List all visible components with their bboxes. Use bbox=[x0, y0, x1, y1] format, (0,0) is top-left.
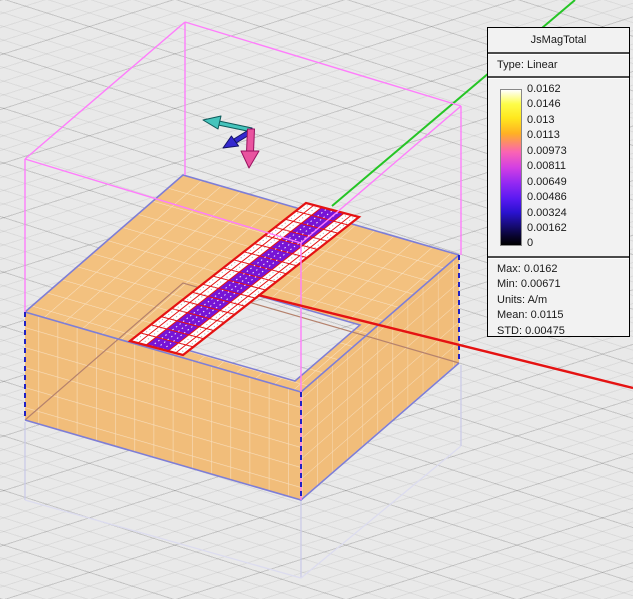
coordinate-triad bbox=[203, 116, 259, 168]
tick-label: 0.00973 bbox=[527, 144, 627, 159]
tick-label: 0.00486 bbox=[527, 190, 627, 205]
stat-max: Max: 0.0162 bbox=[497, 262, 629, 277]
tick-label: 0.0162 bbox=[527, 82, 627, 97]
tick-label: 0.0113 bbox=[527, 128, 627, 143]
stat-units: Units: A/m bbox=[497, 293, 629, 308]
tick-label: 0.00324 bbox=[527, 206, 627, 221]
stat-min: Min: 0.00671 bbox=[497, 277, 629, 292]
legend-statistics: Max: 0.0162 Min: 0.00671 Units: A/m Mean… bbox=[488, 256, 629, 339]
legend-quantity-title: JsMagTotal bbox=[488, 28, 629, 54]
stat-mean: Mean: 0.0115 bbox=[497, 308, 629, 323]
tick-label: 0.00162 bbox=[527, 221, 627, 236]
triad-y-arrow-icon bbox=[203, 116, 252, 132]
colorbar-tick-labels: 0.0162 0.0146 0.013 0.0113 0.00973 0.008… bbox=[527, 82, 627, 252]
colorbar-gradient bbox=[500, 89, 522, 246]
tick-label: 0.013 bbox=[527, 113, 627, 128]
stat-std: STD: 0.00475 bbox=[497, 324, 629, 339]
modeler-3d-viewport[interactable]: JsMagTotal Type: Linear 0.0162 0.0146 0.… bbox=[0, 0, 633, 599]
tick-label: 0.0146 bbox=[527, 97, 627, 112]
field-plot-color-key[interactable]: JsMagTotal Type: Linear 0.0162 0.0146 0.… bbox=[487, 27, 630, 337]
tick-label: 0.00811 bbox=[527, 159, 627, 174]
legend-colorbar-section: 0.0162 0.0146 0.013 0.0113 0.00973 0.008… bbox=[488, 78, 629, 256]
tick-label: 0.00649 bbox=[527, 175, 627, 190]
legend-scale-type: Type: Linear bbox=[488, 54, 629, 78]
tick-label: 0 bbox=[527, 236, 627, 251]
conductor-plate bbox=[25, 175, 459, 500]
